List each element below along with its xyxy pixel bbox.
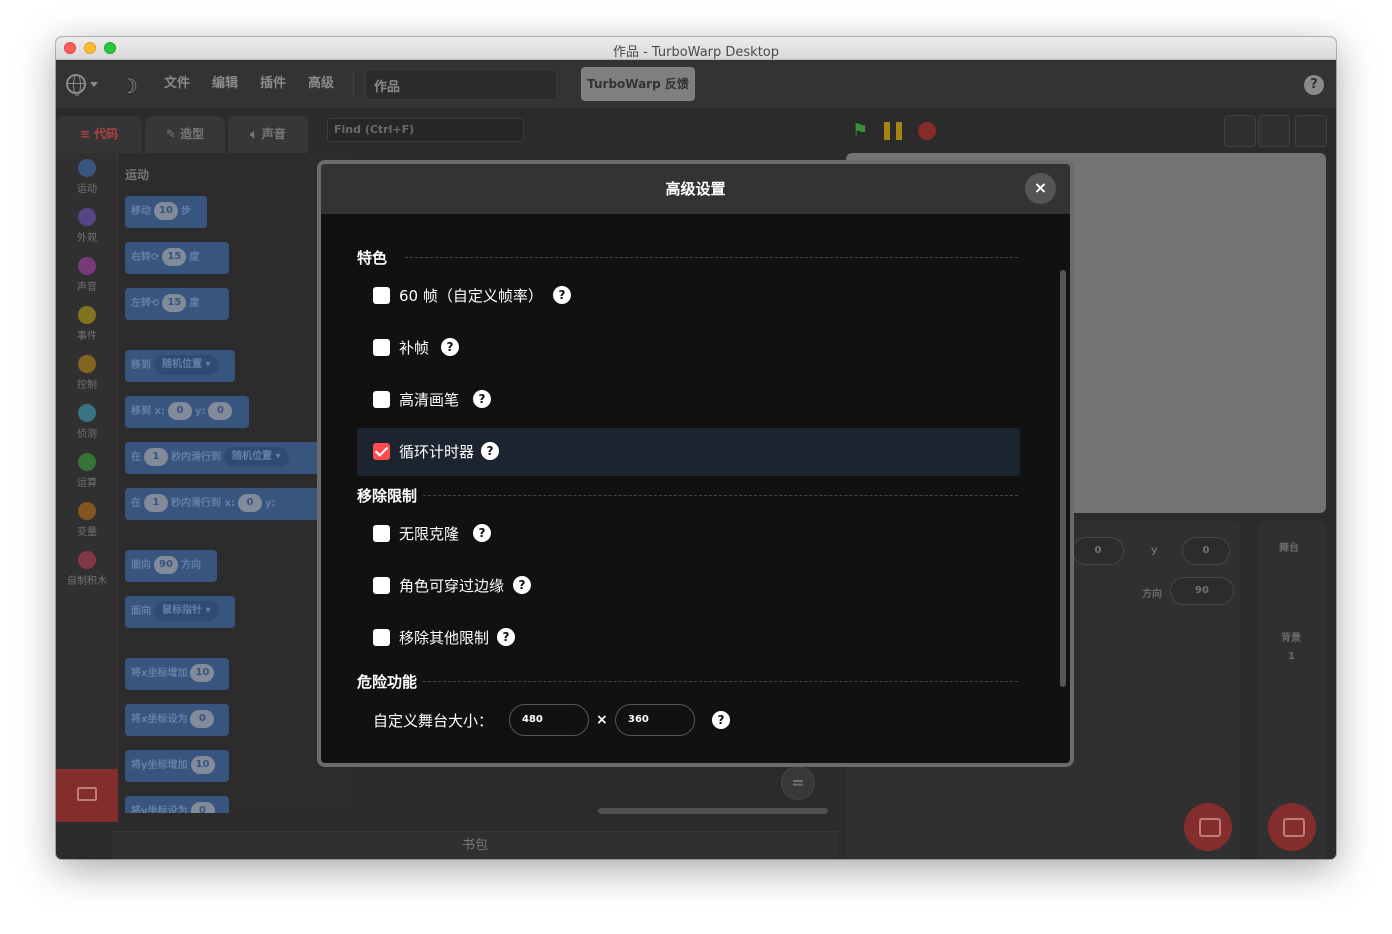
menu-edit[interactable]: 编辑 <box>212 60 238 108</box>
setting-label: 移除其他限制 <box>399 629 490 647</box>
setting-option[interactable]: 角色可穿过边缘? <box>357 562 1020 610</box>
help-icon[interactable]: ? <box>473 390 491 408</box>
setting-label: 循环计时器 <box>399 443 475 461</box>
help-icon[interactable]: ? <box>441 338 459 356</box>
help-icon[interactable]: ? <box>497 628 515 646</box>
moon-icon[interactable]: ☽ <box>120 74 138 98</box>
section-divider <box>423 681 1018 682</box>
times-icon: × <box>596 712 608 728</box>
setting-label: 无限克隆 <box>399 525 460 543</box>
section-divider <box>423 495 1018 496</box>
app-window: 作品 - TurboWarp Desktop ☽ 文件 编辑 插件 高级 作品 … <box>56 37 1336 859</box>
chevron-down-icon[interactable] <box>90 82 98 87</box>
stage-size-row: 自定义舞台大小： 480 × 360? <box>357 704 1020 738</box>
setting-option[interactable]: 无限克隆? <box>357 510 1020 558</box>
setting-label: 高清画笔 <box>399 391 460 409</box>
section-title: 特色 <box>357 249 388 267</box>
help-icon[interactable]: ? <box>513 576 531 594</box>
title-bar: 作品 - TurboWarp Desktop <box>56 37 1336 60</box>
setting-checkbox[interactable] <box>373 577 390 594</box>
setting-checkbox[interactable] <box>373 287 390 304</box>
section-divider <box>405 257 1018 258</box>
stage-height-input[interactable]: 360 <box>615 704 695 736</box>
setting-option[interactable]: 移除其他限制? <box>357 614 1020 662</box>
modal-body: 特色 移除限制 危险功能 60 帧（自定义帧率）? 补帧? 高清画笔? 循环计时器? 无限克隆… <box>321 214 1070 763</box>
setting-checkbox[interactable] <box>373 391 390 408</box>
globe-icon[interactable] <box>66 74 86 96</box>
help-icon[interactable]: ? <box>481 442 499 460</box>
menu-divider <box>353 70 354 98</box>
menu-bar: ☽ 文件 编辑 插件 高级 作品 TurboWarp 反馈 ? <box>56 60 1336 108</box>
stage-size-label: 自定义舞台大小： <box>373 712 494 730</box>
help-icon[interactable]: ? <box>553 286 571 304</box>
setting-checkbox[interactable] <box>373 629 390 646</box>
setting-label: 角色可穿过边缘 <box>399 577 505 595</box>
help-icon[interactable]: ? <box>712 711 730 729</box>
help-icon[interactable]: ? <box>1304 75 1324 95</box>
setting-option[interactable]: 循环计时器? <box>357 428 1020 476</box>
close-icon[interactable]: × <box>1025 173 1056 204</box>
modal-title: 高级设置 <box>665 180 726 198</box>
menu-addons[interactable]: 插件 <box>260 60 286 108</box>
section-title: 危险功能 <box>357 673 418 691</box>
menu-file[interactable]: 文件 <box>164 60 190 108</box>
feedback-button[interactable]: TurboWarp 反馈 <box>581 67 695 101</box>
modal-scrollbar[interactable] <box>1060 270 1066 687</box>
setting-label: 60 帧（自定义帧率） <box>399 287 543 305</box>
menu-advanced[interactable]: 高级 <box>308 60 334 108</box>
modal-header: 高级设置 × <box>321 164 1070 214</box>
help-icon[interactable]: ? <box>473 524 491 542</box>
window-title: 作品 - TurboWarp Desktop <box>612 45 780 60</box>
project-title-input[interactable]: 作品 <box>365 69 557 100</box>
setting-checkbox[interactable] <box>373 443 390 460</box>
setting-option[interactable]: 补帧? <box>357 324 1020 372</box>
setting-label: 补帧 <box>399 339 430 357</box>
stage-width-input[interactable]: 480 <box>509 704 589 736</box>
setting-checkbox[interactable] <box>373 339 390 356</box>
advanced-settings-modal: 高级设置 × 特色 移除限制 危险功能 60 帧（自定义帧率）? 补帧? 高清画笔? 循环计… <box>317 160 1074 767</box>
setting-checkbox[interactable] <box>373 525 390 542</box>
setting-option[interactable]: 60 帧（自定义帧率）? <box>357 272 1020 320</box>
section-title: 移除限制 <box>357 487 418 505</box>
setting-option[interactable]: 高清画笔? <box>357 376 1020 424</box>
